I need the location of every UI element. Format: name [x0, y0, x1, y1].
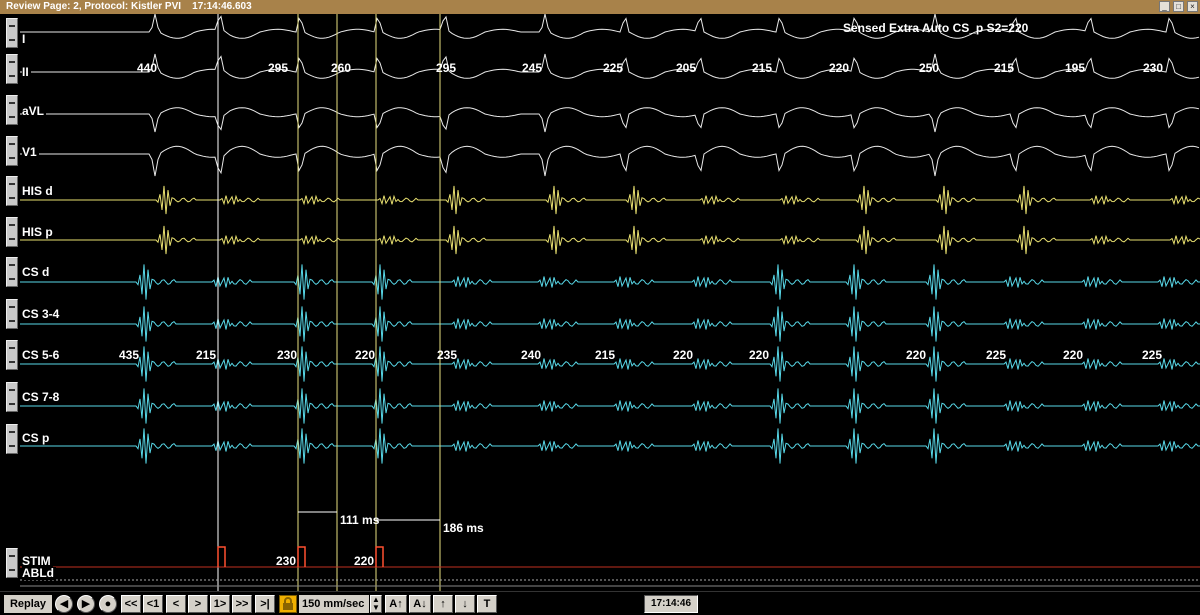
close-button[interactable]: ×	[1187, 1, 1198, 12]
nav-forward-button[interactable]: >	[188, 595, 208, 613]
cs-interval: 215	[196, 348, 217, 362]
channel-down-button[interactable]: ↓	[455, 595, 475, 613]
channel-stepper[interactable]	[6, 548, 18, 578]
channel-stepper[interactable]	[6, 136, 18, 166]
nav-first-button[interactable]: <<	[121, 595, 141, 613]
waveform-his-d	[20, 185, 1200, 215]
ii-interval: 440	[137, 61, 158, 75]
ii-interval: 195	[1065, 61, 1086, 75]
waveform-cs-d	[20, 264, 1200, 300]
channel-stepper[interactable]	[6, 340, 18, 370]
waveform-panel: I II aVL V1 HIS d HIS p CS d CS 3-4 CS 5…	[0, 14, 1200, 591]
ii-interval: 225	[603, 61, 624, 75]
waveform-avl	[20, 107, 1200, 133]
amplitude-down-button[interactable]: A↓	[409, 595, 431, 613]
waveform-his-p	[20, 225, 1200, 255]
channel-label-ii: II	[22, 65, 31, 79]
channel-stepper[interactable]	[6, 95, 18, 125]
sensed-extra-annotation: Sensed Extra Auto CS_p S2=220	[843, 21, 1029, 35]
nav-back-one-button[interactable]: <1	[143, 595, 163, 613]
stim-pulse	[375, 546, 384, 567]
lock-icon[interactable]	[279, 595, 297, 613]
speed-stepper-icon[interactable]: ▲ ▼	[370, 595, 382, 613]
ii-interval: 215	[752, 61, 773, 75]
ii-interval: 215	[994, 61, 1015, 75]
review-toolbar: Replay ◀ ▶ ● << <1 < > 1> >> >| 150 mm/s…	[0, 591, 1200, 615]
nav-forward-one-button[interactable]: 1>	[210, 595, 230, 613]
ii-interval: 220	[829, 61, 850, 75]
channel-label-cs-p: CS p	[22, 431, 52, 445]
stim-interval: 230	[276, 554, 297, 568]
cs-interval: 220	[749, 348, 770, 362]
channel-label-cs-5-6: CS 5-6	[22, 348, 62, 362]
waveform-cs-7-8	[20, 388, 1200, 424]
nav-end-button[interactable]: >|	[255, 595, 275, 613]
channel-label-abld: ABLd	[22, 566, 56, 580]
record-circle-icon[interactable]: ●	[99, 595, 117, 613]
channel-label-cs-3-4: CS 3-4	[22, 307, 62, 321]
minimize-button[interactable]: _	[1159, 1, 1170, 12]
channel-stepper[interactable]	[6, 54, 18, 84]
cs-interval: 220	[906, 348, 927, 362]
time-display: 17:14:46	[644, 595, 698, 613]
nav-last-button[interactable]: >>	[232, 595, 252, 613]
amplitude-up-button[interactable]: A↑	[385, 595, 407, 613]
channel-label-his-d: HIS d	[22, 184, 55, 198]
timing-button[interactable]: T	[477, 595, 497, 613]
channel-label-his-p: HIS p	[22, 225, 55, 239]
ii-interval: 250	[919, 61, 940, 75]
channel-stepper-column	[0, 14, 20, 591]
ii-interval: 230	[1143, 61, 1164, 75]
ii-interval: 205	[676, 61, 697, 75]
window-controls: _ □ ×	[1159, 1, 1198, 12]
channel-stepper[interactable]	[6, 382, 18, 412]
cs-interval: 225	[986, 348, 1007, 362]
cs-interval: 220	[673, 348, 694, 362]
caliper-measurement: 111 ms	[340, 513, 380, 527]
waveform-cs-p	[20, 428, 1200, 464]
cs-interval: 435	[119, 348, 140, 362]
cs-interval: 220	[1063, 348, 1084, 362]
cs-interval: 215	[595, 348, 616, 362]
channel-up-button[interactable]: ↑	[433, 595, 453, 613]
channel-stepper[interactable]	[6, 18, 18, 48]
channel-stepper[interactable]	[6, 217, 18, 247]
caliper-measurement: 186 ms	[443, 521, 484, 535]
channel-label-avl: aVL	[22, 104, 47, 118]
ii-interval: 245	[522, 61, 543, 75]
rewind-circle-icon[interactable]: ◀	[55, 595, 73, 613]
ii-interval: 260	[331, 61, 352, 75]
channel-stepper[interactable]	[6, 257, 18, 287]
window-title: Review Page: 2, Protocol: Kistler PVI 17…	[0, 0, 1200, 14]
channel-stepper[interactable]	[6, 424, 18, 454]
replay-label[interactable]: Replay	[4, 595, 52, 613]
stim-pulse	[297, 546, 306, 567]
cs-interval: 230	[277, 348, 298, 362]
cs-interval: 235	[437, 348, 458, 362]
ii-interval: 295	[268, 61, 289, 75]
channel-label-cs-d: CS d	[22, 265, 52, 279]
waveform-v1	[20, 145, 1200, 177]
maximize-button[interactable]: □	[1173, 1, 1184, 12]
cs-interval: 225	[1142, 348, 1163, 362]
cs-interval: 220	[355, 348, 376, 362]
waveform-traces	[20, 14, 1200, 591]
ii-interval: 295	[436, 61, 457, 75]
channel-stepper[interactable]	[6, 176, 18, 206]
nav-back-button[interactable]: <	[166, 595, 186, 613]
play-circle-icon[interactable]: ▶	[77, 595, 95, 613]
channel-label-cs-7-8: CS 7-8	[22, 390, 62, 404]
cs-interval: 240	[521, 348, 542, 362]
stim-interval: 220	[354, 554, 375, 568]
stim-pulse	[217, 546, 226, 567]
channel-label-i: I	[22, 32, 28, 46]
waveform-cs-3-4	[20, 306, 1200, 342]
speed-display: 150 mm/sec	[299, 595, 369, 613]
channel-label-v1: V1	[22, 145, 39, 159]
channel-stepper[interactable]	[6, 299, 18, 329]
